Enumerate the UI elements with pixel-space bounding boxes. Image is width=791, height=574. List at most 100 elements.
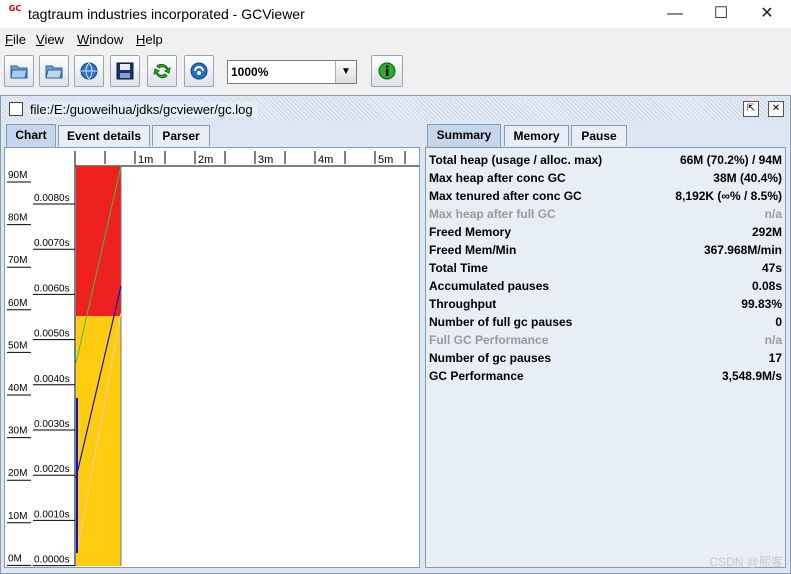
summary-row: Throughput 99.83% <box>429 295 782 313</box>
summary-value: 367.968M/min <box>703 243 782 257</box>
tab-event-details[interactable]: Event details <box>58 125 150 146</box>
save-button[interactable] <box>110 55 140 87</box>
young-generation-area <box>76 316 121 566</box>
summary-row: Max heap after full GC n/a <box>429 205 782 223</box>
summary-label: Max tenured after conc GC <box>429 189 582 203</box>
summary-value: 0 <box>775 315 782 329</box>
summary-row: Freed Mem/Min 367.968M/min <box>429 241 782 259</box>
summary-value: n/a <box>764 333 782 347</box>
summary-value: 3,548.9M/s <box>721 369 782 383</box>
watermark: CSDN @熙客 <box>709 555 783 569</box>
close-icon[interactable]: ✕ <box>768 101 784 117</box>
summary-label: Accumulated pauses <box>429 279 550 293</box>
document-icon <box>9 102 23 116</box>
title-bar: GC tagtraum industries incorporated - GC… <box>0 0 791 28</box>
summary-value: 0.08s <box>751 279 782 293</box>
window-title: tagtraum industries incorporated - GCVie… <box>28 6 305 22</box>
memory-tick-label: 10M <box>8 511 27 522</box>
chevron-down-icon[interactable]: ▼ <box>335 61 356 83</box>
save-icon <box>116 62 134 80</box>
summary-value: 292M <box>751 225 782 239</box>
gc-chart-panel[interactable]: 1m 2m 3m 4m 5m 90M 80M 70M 60M 50M 40M 30M 20M 10M 0M 0… <box>4 147 420 568</box>
summary-panel: Total heap (usage / alloc. max) 66M (70.2… <box>425 147 786 568</box>
pause-tick-label: 0.0010s <box>34 509 70 520</box>
summary-label: Freed Memory <box>429 225 512 239</box>
memory-tick-label: 40M <box>8 383 27 394</box>
open-folder-icon <box>45 65 63 79</box>
tenured-generation-area <box>76 166 121 316</box>
open-file-button[interactable] <box>4 55 34 87</box>
menu-view[interactable]: View <box>36 32 64 47</box>
summary-value: 17 <box>768 351 782 365</box>
summary-row: Number of full gc pauses 0 <box>429 313 782 331</box>
pause-tick-label: 0.0000s <box>34 555 70 566</box>
summary-label: Max heap after full GC <box>429 207 556 221</box>
memory-tick-label: 20M <box>8 468 27 479</box>
zoom-value: 1000% <box>231 65 269 79</box>
info-button[interactable] <box>371 55 403 87</box>
summary-label: Freed Mem/Min <box>429 243 517 257</box>
tab-pause[interactable]: Pause <box>571 125 627 146</box>
summary-row: Total Time 47s <box>429 259 782 277</box>
summary-row: Max tenured after conc GC 8,192K (∞% / 8.… <box>429 187 782 205</box>
info-icon <box>378 62 396 80</box>
pause-tick-label: 0.0070s <box>34 238 70 249</box>
summary-value: 66M (70.2%) / 94M <box>679 153 782 167</box>
memory-tick-label: 90M <box>8 170 27 181</box>
gcviewer-app-icon: GC <box>8 4 22 13</box>
memory-tick-label: 60M <box>8 298 27 309</box>
time-tick-label: 3m <box>258 154 273 166</box>
pause-tick-label: 0.0030s <box>34 419 70 430</box>
menu-help[interactable]: Help <box>136 32 163 47</box>
summary-value: 99.83% <box>741 297 782 311</box>
maximize-button[interactable]: ☐ <box>698 0 744 28</box>
summary-row: Full GC Performance n/a <box>429 331 782 349</box>
gc-chart[interactable]: 1m 2m 3m 4m 5m 90M 80M 70M 60M 50M 40M 30M 20M 10M 0M 0… <box>5 148 419 567</box>
memory-tick-label: 50M <box>8 340 27 351</box>
menu-window[interactable]: Window <box>77 32 123 47</box>
summary-row: Total heap (usage / alloc. max) 66M (70.2… <box>429 151 782 169</box>
tab-parser[interactable]: Parser <box>152 125 210 146</box>
tab-summary[interactable]: Summary <box>427 124 501 147</box>
menu-file[interactable]: File <box>5 32 26 47</box>
summary-label: Number of gc pauses <box>429 351 552 365</box>
restore-icon[interactable]: ⇱ <box>743 101 759 117</box>
summary-label: Number of full gc pauses <box>429 315 573 329</box>
summary-label: GC Performance <box>429 369 524 383</box>
summary-row: Max heap after conc GC 38M (40.4%) <box>429 169 782 187</box>
minimize-button[interactable]: — <box>652 0 698 28</box>
pause-tick-label: 0.0040s <box>34 374 70 385</box>
memory-tick-label: 70M <box>8 255 27 266</box>
summary-value: 8,192K (∞% / 8.5%) <box>675 189 782 203</box>
open-url-button[interactable] <box>74 55 104 87</box>
pause-tick-label: 0.0060s <box>34 283 70 294</box>
time-tick-label: 2m <box>198 154 213 166</box>
frame-title: file:/E:/guoweihua/jdks/gcviewer/gc.log <box>30 102 257 117</box>
refresh-button[interactable] <box>147 55 177 87</box>
summary-value: 47s <box>761 261 782 275</box>
open-url-icon <box>80 62 98 80</box>
summary-label: Total heap (usage / alloc. max) <box>429 153 603 167</box>
pause-tick-label: 0.0080s <box>34 193 70 204</box>
summary-label: Full GC Performance <box>429 333 549 347</box>
time-tick-label: 4m <box>318 154 333 166</box>
watch-icon <box>190 62 208 80</box>
tab-chart[interactable]: Chart <box>6 124 56 147</box>
pause-tick-label: 0.0050s <box>34 329 70 340</box>
pause-tick-label: 0.0020s <box>34 464 70 475</box>
close-button[interactable]: ✕ <box>744 0 790 28</box>
memory-tick-label: 0M <box>8 553 22 564</box>
frame-title-bar: file:/E:/guoweihua/jdks/gcviewer/gc.log … <box>2 97 789 121</box>
summary-value: n/a <box>764 207 782 221</box>
summary-row: Accumulated pauses 0.08s <box>429 277 782 295</box>
zoom-select[interactable]: 1000% ▼ <box>227 60 357 84</box>
summary-row: Freed Memory 292M <box>429 223 782 241</box>
watch-button[interactable] <box>184 55 214 87</box>
summary-row: Number of gc pauses 17 <box>429 349 782 367</box>
refresh-icon <box>153 63 171 79</box>
open-folder-button[interactable] <box>39 55 69 87</box>
open-file-icon <box>10 65 28 79</box>
menu-bar: File View Window Help <box>0 28 791 50</box>
toolbar <box>0 52 791 92</box>
tab-memory[interactable]: Memory <box>504 125 569 146</box>
